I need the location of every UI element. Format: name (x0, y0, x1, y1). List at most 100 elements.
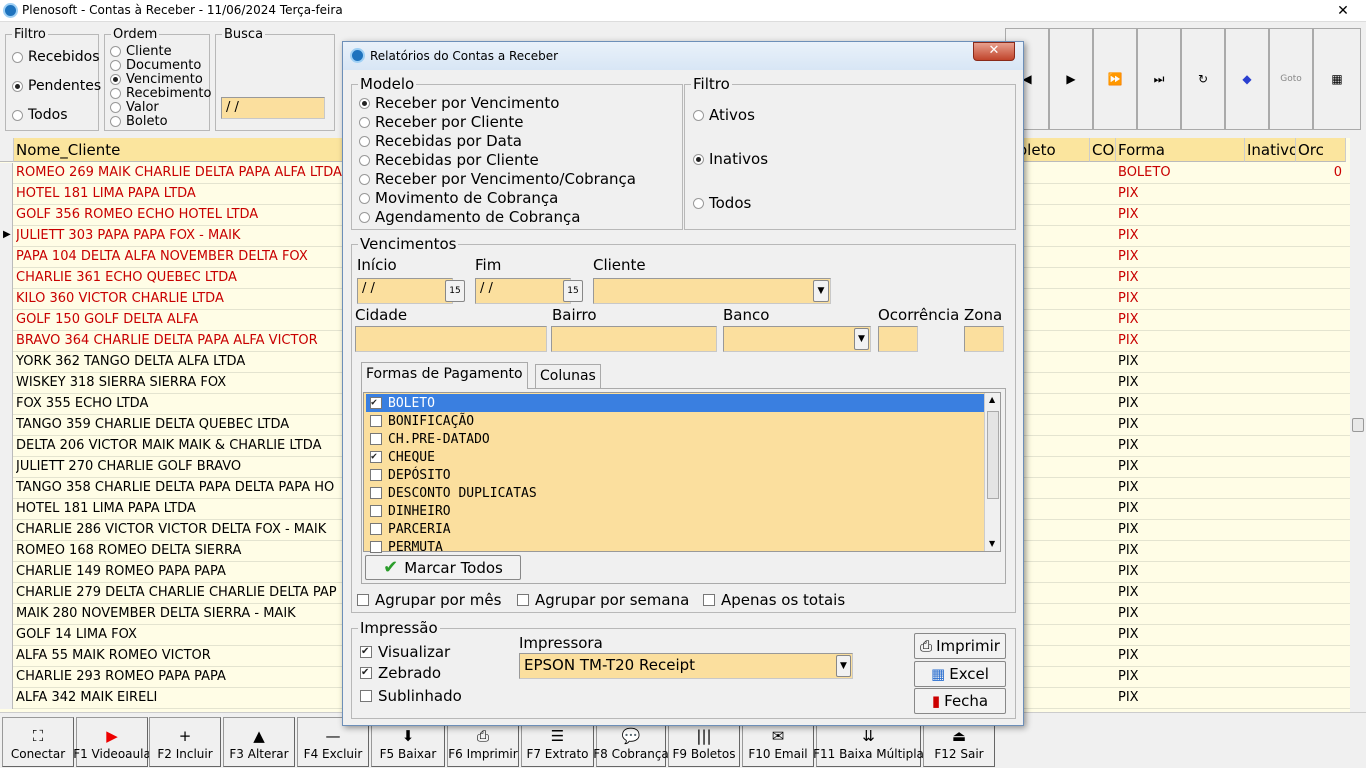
scrollbar-thumb[interactable] (1352, 418, 1364, 432)
ordem-valor[interactable]: Valor (110, 100, 159, 115)
modelo-option[interactable]: Movimento de Cobrança (359, 189, 558, 207)
row-indicator[interactable] (0, 163, 13, 184)
excel-button[interactable]: ▦ Excel (914, 661, 1006, 687)
row-indicator[interactable] (0, 646, 13, 667)
modelo-option[interactable]: Agendamento de Cobrança (359, 208, 580, 226)
nav-goto-button[interactable]: Goto (1269, 28, 1313, 130)
modelo-option[interactable]: Receber por Cliente (359, 113, 523, 131)
row-indicator[interactable] (0, 310, 13, 331)
header-forma[interactable]: Forma (1116, 138, 1245, 162)
row-indicator[interactable] (0, 247, 13, 268)
scroll-down-icon[interactable]: ▼ (989, 539, 995, 548)
cliente-dropdown-button[interactable]: ▼ (813, 280, 829, 302)
row-indicator[interactable] (0, 331, 13, 352)
header-orc[interactable]: Orc (1296, 138, 1346, 162)
apenas-totais-checkbox[interactable]: Apenas os totais (703, 591, 845, 609)
bairro-input[interactable] (551, 326, 717, 352)
tab-colunas[interactable]: Colunas (535, 364, 601, 388)
modelo-option[interactable]: Receber por Vencimento (359, 94, 559, 112)
row-indicator[interactable] (0, 352, 13, 373)
forma-item[interactable]: PARCERIA (366, 520, 984, 538)
nav-grid-button[interactable]: ▦ (1313, 28, 1361, 130)
row-indicator[interactable] (0, 583, 13, 604)
row-indicator[interactable] (0, 436, 13, 457)
row-indicator[interactable] (0, 562, 13, 583)
checkbox-icon[interactable] (370, 505, 382, 517)
forma-item[interactable]: CH.PRE-DATADO (366, 430, 984, 448)
impressora-select[interactable]: EPSON TM-T20 Receipt (519, 653, 853, 679)
row-indicator[interactable] (0, 520, 13, 541)
cidade-input[interactable] (355, 326, 547, 352)
nav-bookmark-button[interactable]: ◆ (1225, 28, 1269, 130)
agrupar-semana-checkbox[interactable]: Agrupar por semana (517, 591, 689, 609)
row-indicator[interactable] (0, 394, 13, 415)
row-indicator[interactable] (0, 604, 13, 625)
row-indicator[interactable] (0, 478, 13, 499)
ordem-boleto[interactable]: Boleto (110, 114, 168, 129)
busca-input[interactable]: / / (221, 97, 325, 119)
modelo-option[interactable]: Recebidas por Data (359, 132, 522, 150)
tab-formas-pagamento[interactable]: Formas de Pagamento (361, 362, 528, 389)
checkbox-icon[interactable] (370, 415, 382, 427)
dialog-filtro-todos[interactable]: Todos (693, 194, 751, 212)
checkbox-icon[interactable] (370, 433, 382, 445)
forma-item[interactable]: DINHEIRO (366, 502, 984, 520)
nav-fast-forward-button[interactable]: ⏩ (1093, 28, 1137, 130)
checkbox-checked-icon[interactable] (370, 397, 382, 409)
forma-item[interactable]: CHEQUE (366, 448, 984, 466)
toolbar-button-f1-videoaula[interactable]: ▶ F1 Videoaula (73, 717, 151, 767)
modelo-option[interactable]: Receber por Vencimento/Cobrança (359, 170, 636, 188)
toolbar-button-f2-incluir[interactable]: + F2 Incluir (149, 717, 221, 767)
forma-item[interactable]: DESCONTO DUPLICATAS (366, 484, 984, 502)
ordem-recebimento[interactable]: Recebimento (110, 86, 211, 101)
fecha-button[interactable]: ▮ Fecha (914, 688, 1006, 714)
inicio-date-input[interactable]: / / (357, 278, 453, 304)
ordem-vencimento[interactable]: Vencimento (110, 72, 203, 87)
checkbox-checked-icon[interactable] (370, 451, 382, 463)
forma-item[interactable]: BOLETO (366, 394, 984, 412)
row-indicator[interactable] (0, 667, 13, 688)
dialog-filtro-inativos[interactable]: Inativos (693, 150, 768, 168)
formas-list-scrollbar[interactable]: ▲ ▼ (984, 393, 1000, 551)
forma-item[interactable]: DEPÓSITO (366, 466, 984, 484)
ordem-documento[interactable]: Documento (110, 58, 201, 73)
fim-date-input[interactable]: / / (475, 278, 571, 304)
formas-list[interactable]: BOLETOBONIFICAÇÃOCH.PRE-DATADOCHEQUEDEPÓ… (363, 392, 1001, 555)
header-nome-cliente[interactable]: Nome_Cliente (14, 138, 348, 162)
checkbox-icon[interactable] (370, 541, 382, 553)
row-indicator[interactable] (0, 289, 13, 310)
header-inativo[interactable]: Inativo (1245, 138, 1296, 162)
zona-input[interactable] (964, 326, 1004, 352)
ocorrencia-input[interactable] (878, 326, 918, 352)
row-indicator[interactable] (0, 457, 13, 478)
row-indicator[interactable]: ▶ (0, 226, 13, 247)
grid-vertical-scrollbar[interactable] (1350, 138, 1366, 712)
checkbox-icon[interactable] (370, 523, 382, 535)
filtro-pendentes[interactable]: Pendentes (12, 78, 101, 94)
dialog-close-button[interactable]: ✕ (973, 42, 1015, 61)
filtro-recebidos[interactable]: Recebidos (12, 49, 100, 65)
sublinhado-checkbox[interactable]: Sublinhado (360, 687, 462, 705)
checkbox-icon[interactable] (370, 469, 382, 481)
forma-item[interactable]: PERMUTA (366, 538, 984, 556)
toolbar-button-f3-alterar[interactable]: ▲ F3 Alterar (223, 717, 295, 767)
row-indicator[interactable] (0, 205, 13, 226)
inicio-calendar-button[interactable]: 15 (445, 280, 465, 302)
nav-last-button[interactable]: ⏭ (1137, 28, 1181, 130)
row-indicator[interactable] (0, 541, 13, 562)
row-indicator[interactable] (0, 184, 13, 205)
forma-item[interactable]: BONIFICAÇÃO (366, 412, 984, 430)
scrollbar-thumb[interactable] (987, 411, 999, 499)
nav-refresh-button[interactable]: ↻ (1181, 28, 1225, 130)
banco-select[interactable] (723, 326, 871, 352)
zebrado-checkbox[interactable]: Zebrado (360, 664, 441, 682)
fim-calendar-button[interactable]: 15 (563, 280, 583, 302)
impressora-dropdown-button[interactable]: ▼ (836, 655, 851, 677)
scroll-up-icon[interactable]: ▲ (989, 395, 995, 404)
toolbar-button-conectar[interactable]: ⛶ Conectar (2, 717, 74, 767)
visualizar-checkbox[interactable]: Visualizar (360, 643, 450, 661)
checkbox-icon[interactable] (370, 487, 382, 499)
ordem-cliente[interactable]: Cliente (110, 44, 172, 59)
row-indicator[interactable] (0, 373, 13, 394)
row-indicator[interactable] (0, 268, 13, 289)
